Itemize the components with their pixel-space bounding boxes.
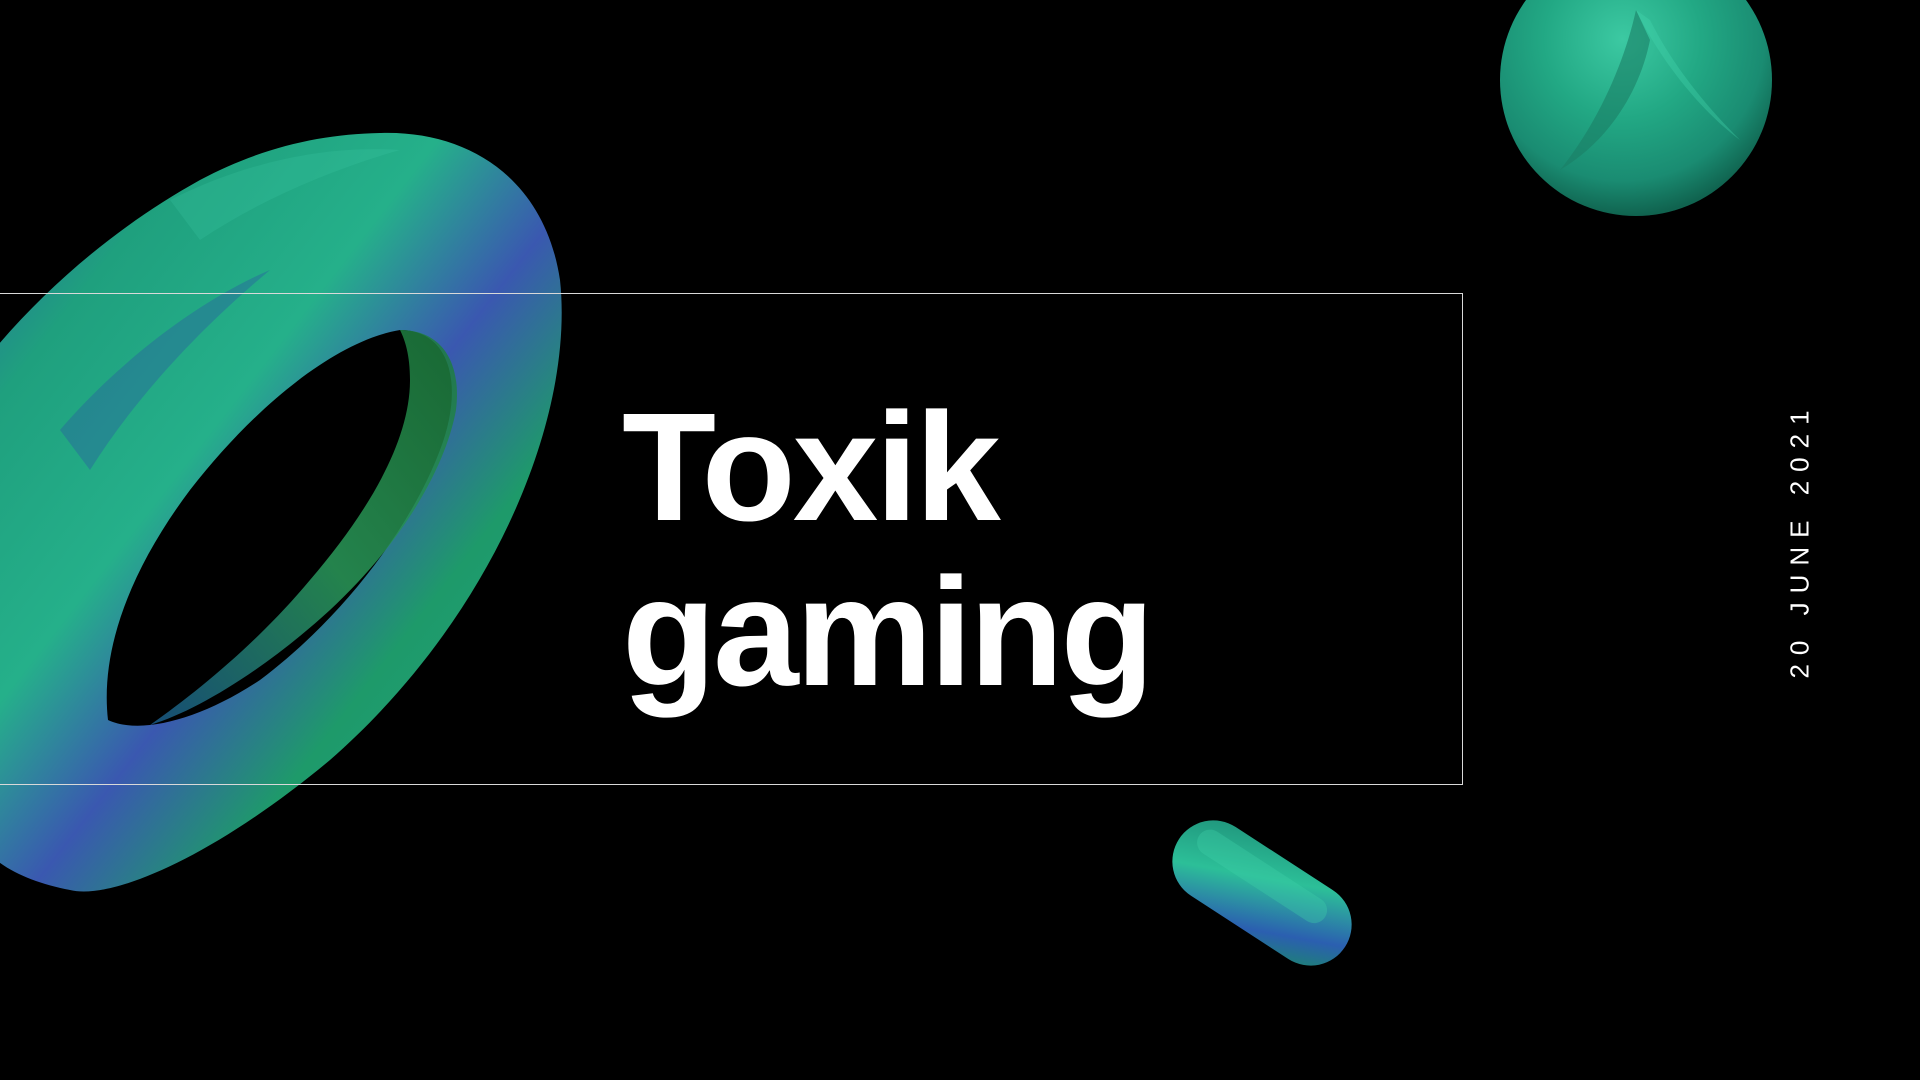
capsule-shape: [1172, 820, 1352, 966]
slide-date: 20 JUNE 2021: [1784, 401, 1815, 679]
title-line-2: gaming: [622, 546, 1155, 718]
sphere-shape: [1500, 0, 1772, 216]
title-line-1: Toxik: [622, 381, 1001, 553]
slide-title: Toxik gaming: [622, 381, 1155, 718]
title-slide: Toxik gaming 20 JUNE 2021: [0, 0, 1920, 1080]
